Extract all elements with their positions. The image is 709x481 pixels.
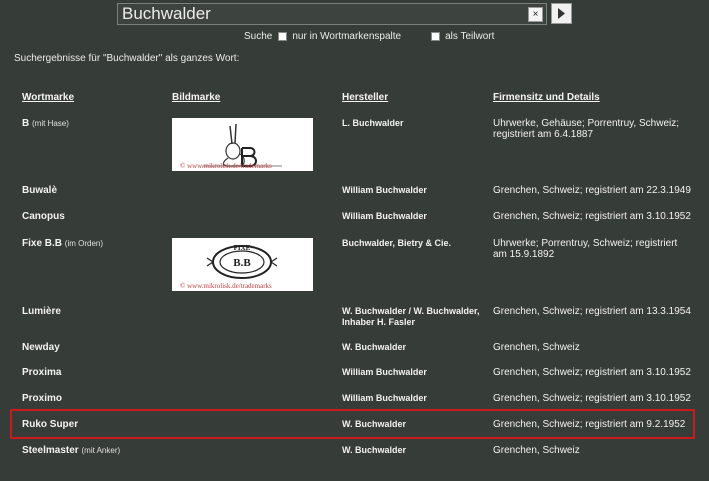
details-cell: Grenchen, Schweiz; registriert am 9.2.19… <box>493 419 686 430</box>
mark-name: Proxima <box>22 367 62 378</box>
wortmarke-cell[interactable]: B (mit Hase) <box>22 118 69 129</box>
wortmarke-cell[interactable]: Steelmaster (mit Anker) <box>22 445 120 456</box>
wortmarke-cell[interactable]: Ruko Super <box>22 419 78 430</box>
partial-word-label: als Teilwort <box>445 31 495 42</box>
column-header-firmensitz[interactable]: Firmensitz und Details <box>493 92 600 103</box>
mark-name: Ruko Super <box>22 419 79 430</box>
mark-name: Canopus <box>22 211 65 222</box>
search-options: Suche nur in Wortmarkenspalte als Teilwo… <box>244 31 494 42</box>
search-box: × <box>117 3 547 25</box>
clear-search-button[interactable]: × <box>528 6 543 22</box>
details-cell: Grenchen, Schweiz; registriert am 3.10.1… <box>493 367 691 378</box>
hersteller-cell: W. Buchwalder <box>342 445 407 455</box>
details-cell: Uhrwerke; Porrentruy, Schweiz; registrie… <box>493 238 678 260</box>
wortmarke-cell[interactable]: Canopus <box>22 211 65 222</box>
partial-word-checkbox[interactable] <box>431 32 441 41</box>
mark-name: Lumière <box>22 306 61 317</box>
wortmarke-cell[interactable]: Proxima <box>22 367 61 378</box>
search-input[interactable] <box>118 4 528 24</box>
watermark-text: © www.mikrolisk.de/trademarks <box>180 282 272 290</box>
column-header-hersteller[interactable]: Hersteller <box>342 92 388 103</box>
trademark-logo-badge: FIXE B.B © www.mikrolisk.de/trademarks <box>172 238 313 291</box>
mark-name: Steelmaster <box>22 445 79 456</box>
wortmarke-cell[interactable]: Buwalè <box>22 185 57 196</box>
mark-note: (mit Anker) <box>81 446 121 455</box>
hersteller-cell: William Buchwalder <box>342 185 427 195</box>
only-column-label: nur in Wortmarkenspalte <box>292 31 402 42</box>
hersteller-cell: W. Buchwalder <box>342 419 407 429</box>
wortmarke-cell[interactable]: Proximo <box>22 393 62 404</box>
hersteller-cell: W. Buchwalder <box>342 342 407 352</box>
wortmarke-cell[interactable]: Fixe B.B (im Orden) <box>22 238 103 249</box>
hersteller-cell: William Buchwalder <box>342 393 427 403</box>
mark-name: Fixe B.B <box>22 238 63 249</box>
hersteller-cell: L. Buchwalder <box>342 118 404 128</box>
logo-text-top: FIXE <box>234 244 251 252</box>
mark-note: (mit Hase) <box>32 119 69 128</box>
search-label: Suche <box>244 31 273 42</box>
wortmarke-cell[interactable]: Lumière <box>22 306 61 317</box>
trademark-logo-hare: © www.mikrolisk.de/trademarks <box>172 118 313 171</box>
hersteller-cell: W. Buchwalder / W. Buchwalder, Inhaber H… <box>342 306 480 327</box>
details-cell: Grenchen, Schweiz; registriert am 3.10.1… <box>493 211 691 222</box>
details-cell: Grenchen, Schweiz <box>493 445 580 456</box>
mark-name: Newday <box>22 342 60 353</box>
search-go-button[interactable] <box>551 3 572 24</box>
mark-note: (im Orden) <box>64 239 104 248</box>
details-cell: Grenchen, Schweiz <box>493 342 580 353</box>
column-header-bildmarke[interactable]: Bildmarke <box>172 92 220 103</box>
result-caption: Suchergebnisse für "Buchwalder" als ganz… <box>14 53 240 64</box>
hersteller-cell: William Buchwalder <box>342 367 427 377</box>
mark-name: B <box>22 118 30 129</box>
column-header-wortmarke[interactable]: Wortmarke <box>22 92 74 103</box>
mark-name: Proximo <box>22 393 63 404</box>
play-triangle-icon <box>558 8 565 19</box>
details-cell: Uhrwerke, Gehäuse; Porrentruy, Schweiz; … <box>493 118 680 140</box>
details-cell: Grenchen, Schweiz; registriert am 3.10.1… <box>493 393 691 404</box>
mark-name: Buwalè <box>22 185 58 196</box>
details-cell: Grenchen, Schweiz; registriert am 22.3.1… <box>493 185 691 196</box>
only-column-checkbox[interactable] <box>278 32 288 41</box>
hersteller-cell: Buchwalder, Bietry & Cie. <box>342 238 452 248</box>
logo-text-mid: B.B <box>233 257 251 269</box>
wortmarke-cell[interactable]: Newday <box>22 342 60 353</box>
hersteller-cell: William Buchwalder <box>342 211 427 221</box>
watermark-text: © www.mikrolisk.de/trademarks <box>180 162 272 170</box>
details-cell: Grenchen, Schweiz; registriert am 13.3.1… <box>493 306 691 317</box>
